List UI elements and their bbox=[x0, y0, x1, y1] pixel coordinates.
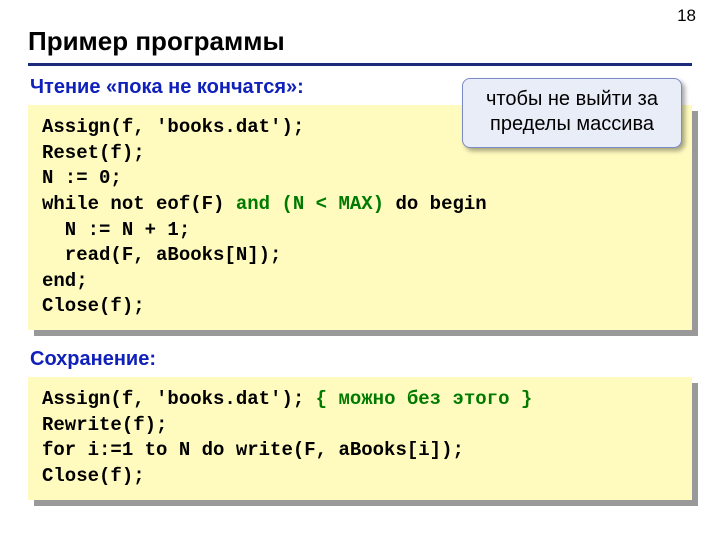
code-keyword: and (N < MAX) bbox=[236, 193, 384, 215]
code-line: Assign(f, 'books.dat'); bbox=[42, 116, 304, 138]
page-title: Пример программы bbox=[28, 26, 692, 57]
code-line: Rewrite(f); bbox=[42, 414, 167, 436]
code-line: read(F, aBooks[N]); bbox=[42, 244, 281, 266]
code-line: Close(f); bbox=[42, 465, 145, 487]
title-rule bbox=[28, 63, 692, 66]
code-line: for i:=1 to N do write(F, aBooks[i]); bbox=[42, 439, 464, 461]
code-line: Assign(f, 'books.dat'); bbox=[42, 388, 316, 410]
code-line: while not eof(F) bbox=[42, 193, 236, 215]
section2-heading: Сохранение: bbox=[30, 348, 692, 371]
callout-box: чтобы не выйти за пределы массива bbox=[462, 78, 682, 148]
code-line: Reset(f); bbox=[42, 142, 145, 164]
code-line: do begin bbox=[384, 193, 487, 215]
code-line: N := N + 1; bbox=[42, 219, 190, 241]
code-line: end; bbox=[42, 270, 88, 292]
code-line: Close(f); bbox=[42, 295, 145, 317]
code-comment: { можно без этого } bbox=[316, 388, 533, 410]
page-number: 18 bbox=[677, 6, 696, 26]
code-block-2: Assign(f, 'books.dat'); { можно без этог… bbox=[28, 377, 692, 500]
code-content-2: Assign(f, 'books.dat'); { можно без этог… bbox=[28, 377, 692, 500]
code-line: N := 0; bbox=[42, 167, 122, 189]
